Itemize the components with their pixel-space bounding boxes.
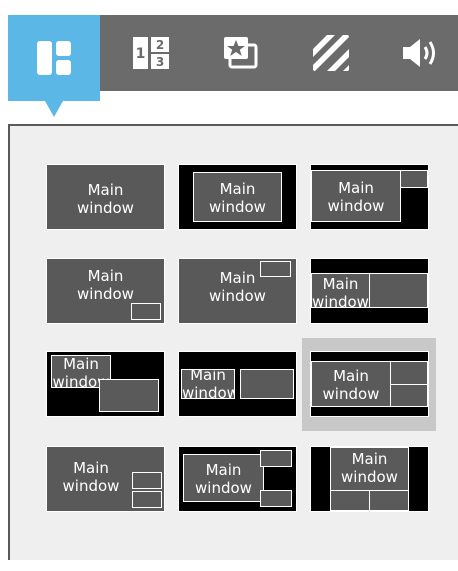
main-window-label: Main window (209, 180, 266, 216)
main-window-label: Main window (182, 369, 235, 399)
main-window-frame: Main window (181, 369, 235, 399)
sub-window-frame (260, 490, 292, 507)
tab-audio[interactable] (386, 15, 458, 91)
layout-grid-icon (37, 41, 71, 75)
main-window-frame: Main window (311, 273, 370, 308)
tab-star-window[interactable] (204, 15, 278, 91)
main-window-label: Main window (77, 181, 134, 217)
main-window-label: Main window (312, 275, 369, 308)
numbered-grid-icon: 1 2 3 (133, 37, 169, 69)
layout-option-11[interactable]: Main window (178, 446, 297, 512)
layout-option-3[interactable]: Main window (310, 164, 429, 230)
main-window-frame: Main window (311, 170, 401, 222)
sub-window-frame (131, 303, 161, 320)
main-window-label: Main window (322, 367, 380, 403)
toolbar: 1 2 3 (8, 15, 458, 101)
sub-window-frame (400, 170, 428, 188)
main-window-frame: Main window (330, 447, 409, 491)
svg-text:2: 2 (156, 38, 164, 52)
layout-option-5[interactable]: Main window (178, 258, 297, 324)
sub-window-frame (240, 369, 294, 399)
main-window-label: Main window (62, 459, 120, 495)
layout-option-10[interactable]: Main window (46, 446, 165, 512)
layout-option-6[interactable]: Main window (310, 258, 429, 324)
main-window-label: Main window (341, 450, 398, 486)
main-window-label: Main window (327, 179, 385, 215)
sub-window-frame (369, 273, 428, 308)
speaker-icon (403, 39, 435, 67)
svg-text:3: 3 (156, 55, 164, 69)
tab-numbered[interactable]: 1 2 3 (114, 15, 188, 91)
sub-window-frame (390, 384, 428, 407)
layout-option-9[interactable]: Main window (310, 351, 429, 417)
tab-layout[interactable] (8, 15, 100, 101)
sub-window-frame (369, 490, 409, 511)
sub-window-frame (132, 491, 162, 508)
layout-option-12[interactable]: Main window (310, 446, 429, 512)
sub-window-frame (132, 472, 162, 489)
active-tab-pointer (45, 101, 63, 117)
layout-option-7[interactable]: Main window (46, 351, 165, 417)
star-window-icon (224, 37, 258, 69)
layout-option-4[interactable]: Main window (46, 258, 165, 324)
tab-stripes[interactable] (294, 15, 368, 91)
svg-text:1: 1 (136, 46, 146, 62)
layout-option-1[interactable]: Main window (46, 164, 165, 230)
stripes-icon (313, 35, 349, 71)
sub-window-frame (260, 450, 292, 467)
sub-window-frame (330, 490, 370, 511)
layout-option-8[interactable]: Main window (178, 351, 297, 417)
main-window-label: Main window (195, 461, 252, 497)
layout-option-2[interactable]: Main window (178, 164, 297, 230)
main-window-frame: Main window (311, 361, 391, 407)
sub-window-frame (390, 361, 428, 385)
main-window-frame: Main window (193, 172, 282, 222)
main-window-frame: Main window (183, 454, 264, 502)
main-window-label: Main window (77, 267, 134, 303)
sub-window-frame (260, 261, 291, 277)
sub-window-frame (99, 379, 159, 412)
